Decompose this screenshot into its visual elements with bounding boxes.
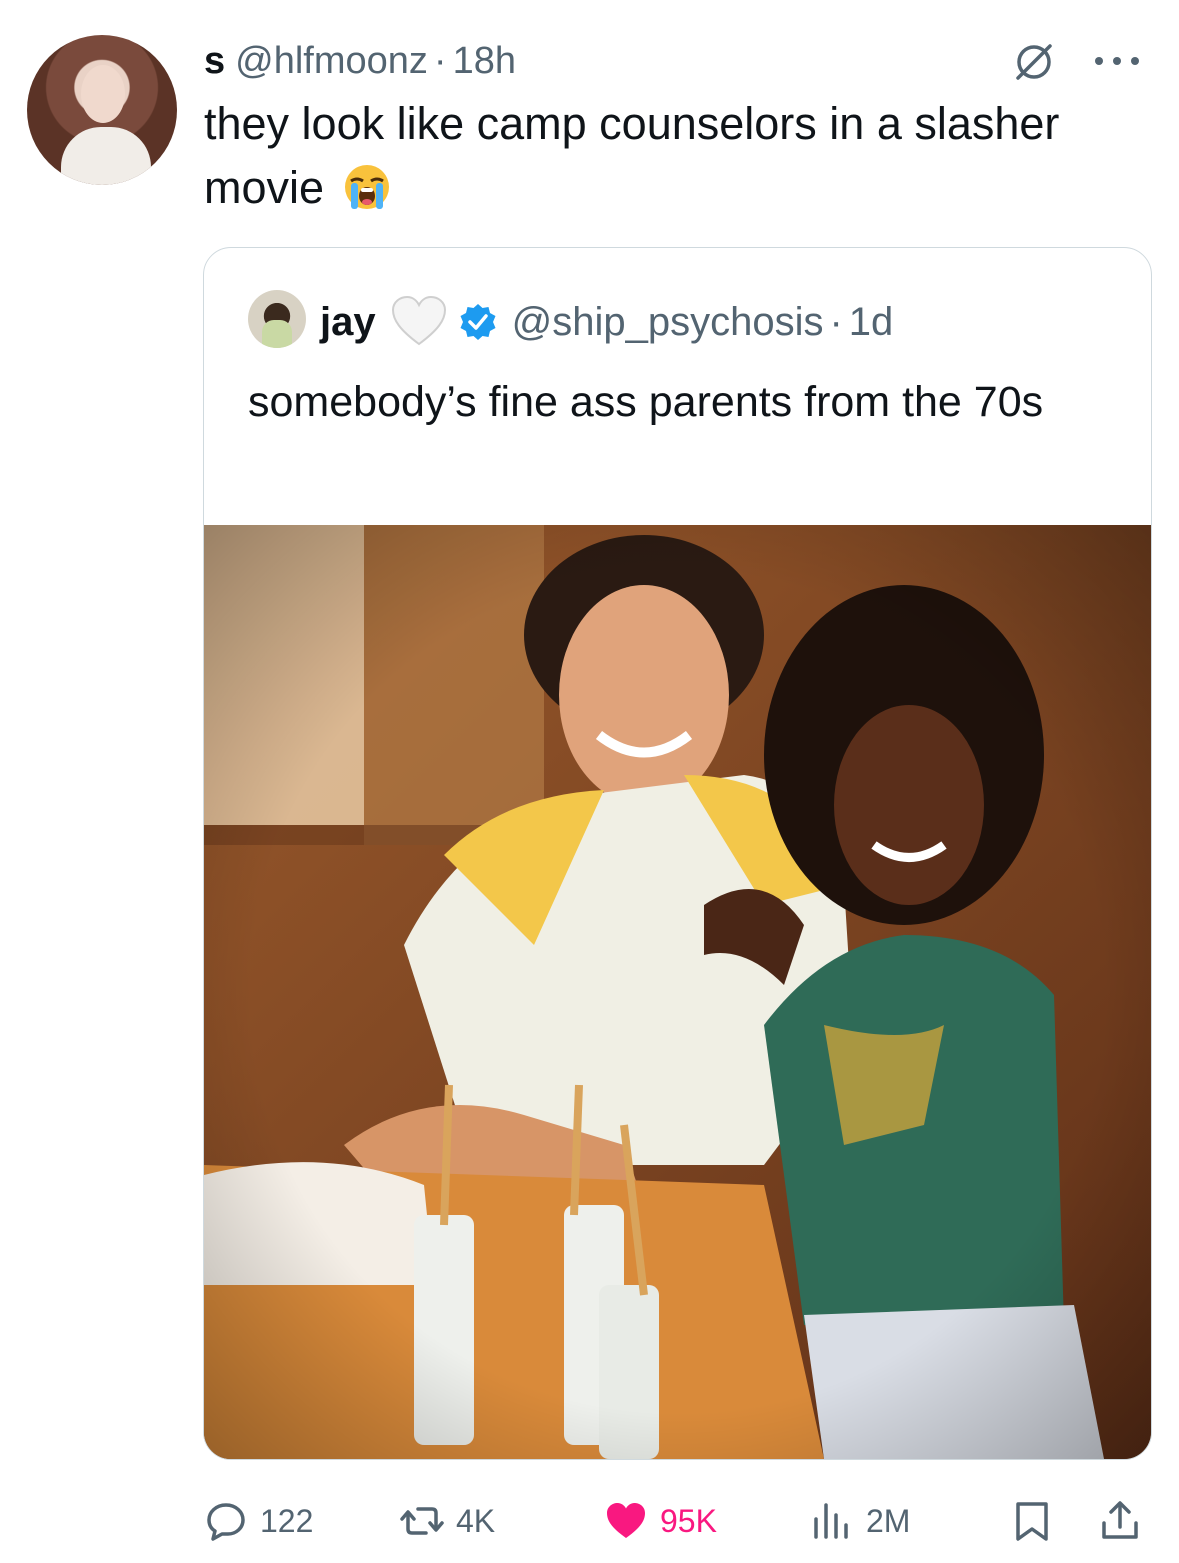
separator-dot: · bbox=[433, 39, 447, 82]
tweet-body: they look like camp counselors in a slas… bbox=[204, 98, 1060, 213]
quoted-handle[interactable]: @ship_psychosis bbox=[512, 300, 824, 345]
heart-icon bbox=[607, 1503, 645, 1538]
author-avatar[interactable] bbox=[27, 35, 177, 185]
views-icon bbox=[814, 1503, 848, 1539]
repost-button[interactable]: 4K bbox=[400, 1486, 495, 1556]
verified-badge-icon bbox=[460, 304, 496, 340]
repost-icon bbox=[400, 1507, 444, 1535]
bookmark-button[interactable] bbox=[1010, 1486, 1066, 1556]
like-button[interactable]: 95K bbox=[604, 1486, 717, 1556]
quoted-text: somebody’s fine ass parents from the 70s bbox=[248, 378, 1044, 426]
tweet-time[interactable]: 18h bbox=[453, 40, 516, 83]
quoted-separator-dot: · bbox=[829, 299, 843, 344]
share-icon bbox=[1102, 1501, 1138, 1539]
bookmark-icon bbox=[1016, 1502, 1048, 1541]
reply-icon bbox=[207, 1503, 245, 1541]
action-bar: 122 4K 95K 2M bbox=[0, 1486, 1179, 1556]
grok-icon[interactable] bbox=[1012, 40, 1056, 84]
loudly-crying-face-icon bbox=[344, 165, 389, 209]
quoted-photo[interactable] bbox=[204, 525, 1151, 1459]
author-display-name[interactable]: s bbox=[204, 40, 225, 83]
quoted-display-name[interactable]: jay bbox=[320, 300, 376, 345]
avatar-shirt bbox=[61, 127, 151, 185]
tweet-text: they look like camp counselors in a slas… bbox=[204, 92, 1104, 220]
quoted-avatar-body bbox=[262, 320, 292, 348]
views-count: 2M bbox=[866, 1502, 911, 1539]
quoted-time[interactable]: 1d bbox=[849, 300, 894, 345]
share-button[interactable] bbox=[1098, 1486, 1154, 1556]
like-count: 95K bbox=[660, 1502, 717, 1539]
reply-count: 122 bbox=[260, 1502, 314, 1539]
quoted-header: jay @ship_psychosis · 1d bbox=[320, 294, 893, 350]
reply-button[interactable]: 122 bbox=[204, 1486, 313, 1556]
quoted-tweet[interactable]: jay @ship_psychosis · 1d somebody’s fine… bbox=[203, 247, 1152, 1460]
repost-count: 4K bbox=[456, 1502, 496, 1539]
views-button[interactable]: 2M bbox=[810, 1486, 910, 1556]
avatar-face bbox=[81, 65, 125, 123]
tweet-header: s @hlfmoonz · 18h bbox=[204, 36, 516, 86]
author-handle[interactable]: @hlfmoonz bbox=[235, 40, 428, 83]
more-options-icon[interactable] bbox=[1090, 46, 1144, 76]
white-heart-icon bbox=[391, 295, 446, 346]
quoted-author-avatar[interactable] bbox=[248, 290, 306, 348]
